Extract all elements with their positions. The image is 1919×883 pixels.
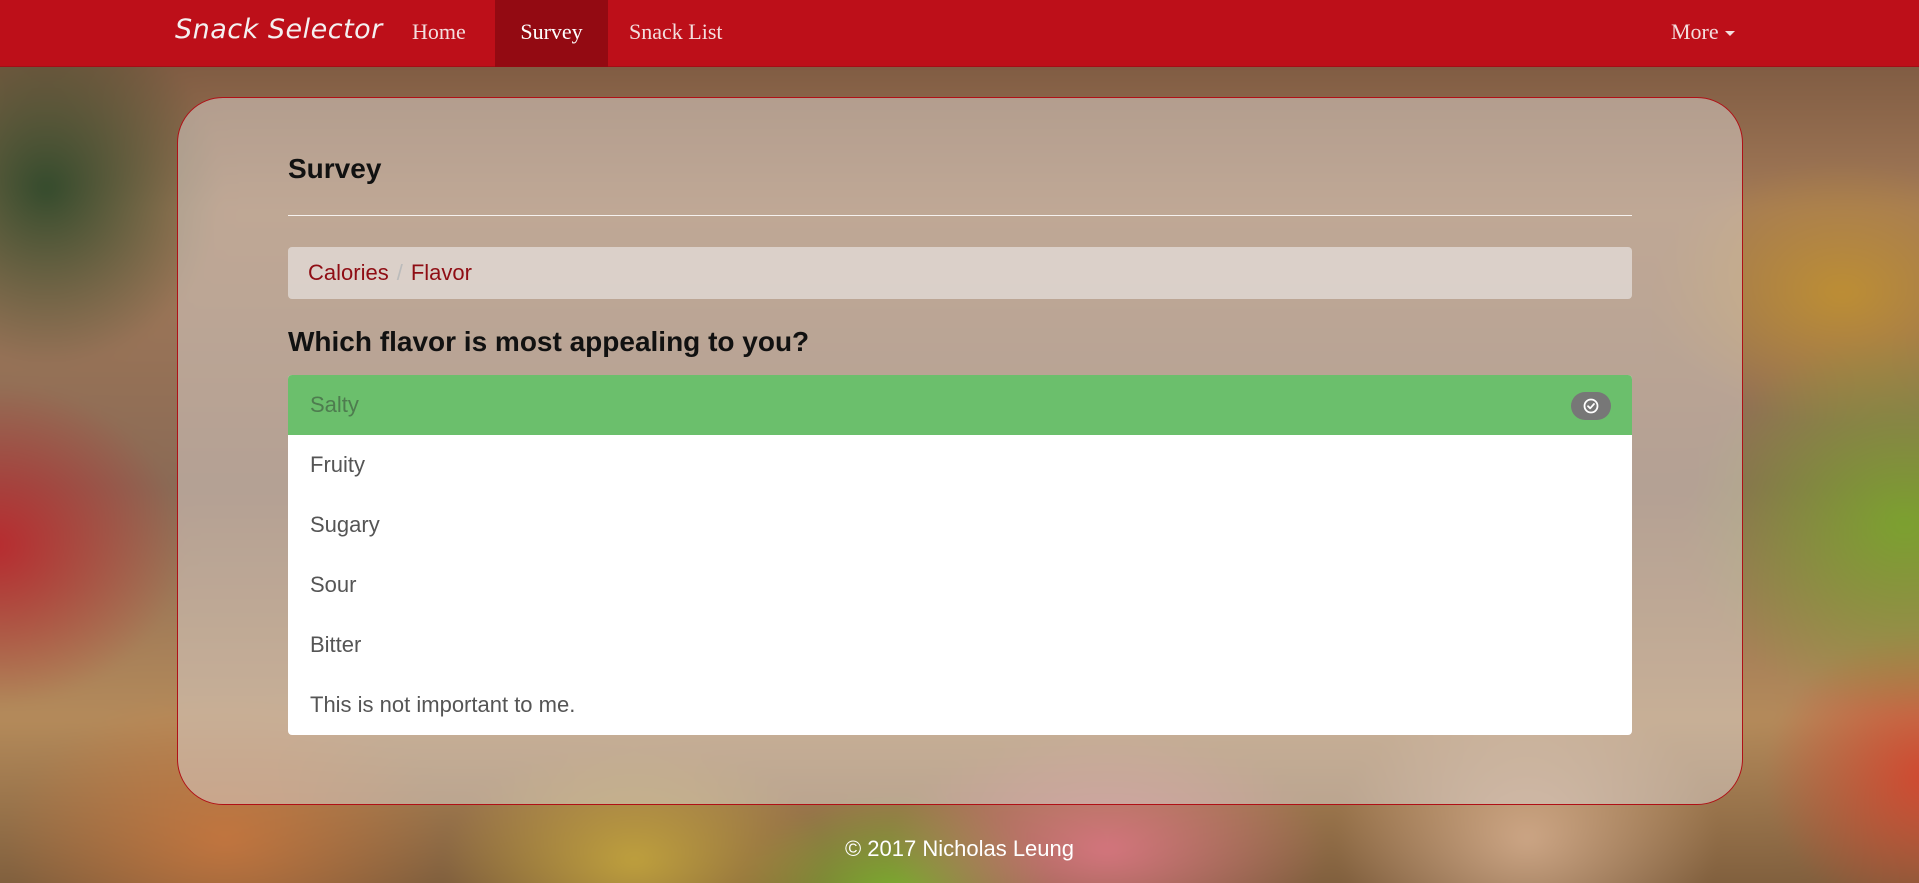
- nav-home[interactable]: Home: [392, 0, 486, 67]
- caret-down-icon: [1724, 31, 1735, 37]
- nav-survey[interactable]: Survey: [495, 0, 608, 67]
- survey-panel: Survey Calories / Flavor Which flavor is m…: [177, 97, 1743, 805]
- navbar: Snack Selector Home Survey Snack List Mo…: [0, 0, 1919, 67]
- breadcrumb-calories[interactable]: Calories: [308, 260, 389, 285]
- page-title: Survey: [288, 153, 382, 184]
- option-label: Sour: [310, 572, 357, 597]
- option-bitter[interactable]: Bitter: [288, 615, 1632, 675]
- divider: [288, 215, 1632, 216]
- option-label: Salty: [310, 392, 359, 417]
- options-list: Salty Fruity Sugary Sour Bitter This is …: [288, 375, 1632, 735]
- option-sugary[interactable]: Sugary: [288, 495, 1632, 555]
- nav-more-dropdown[interactable]: More: [1651, 0, 1755, 67]
- option-salty[interactable]: Salty: [288, 375, 1632, 435]
- breadcrumb-separator: /: [396, 260, 403, 285]
- brand-logo[interactable]: Snack Selector: [175, 14, 383, 45]
- footer-copyright: © 2017 Nicholas Leung: [844, 836, 1075, 861]
- option-label: Fruity: [310, 452, 365, 477]
- breadcrumb-flavor[interactable]: Flavor: [411, 260, 472, 285]
- option-not-important[interactable]: This is not important to me.: [288, 675, 1632, 735]
- option-fruity[interactable]: Fruity: [288, 435, 1632, 495]
- option-label: Sugary: [310, 512, 380, 537]
- option-label: This is not important to me.: [310, 692, 576, 717]
- option-sour[interactable]: Sour: [288, 555, 1632, 615]
- option-label: Bitter: [310, 632, 362, 657]
- breadcrumb: Calories / Flavor: [288, 247, 1632, 299]
- survey-question: Which flavor is most appealing to you?: [288, 326, 810, 357]
- nav-more-label: More: [1671, 19, 1719, 44]
- check-circle-icon: [1571, 392, 1611, 420]
- nav-snack-list[interactable]: Snack List: [609, 0, 743, 67]
